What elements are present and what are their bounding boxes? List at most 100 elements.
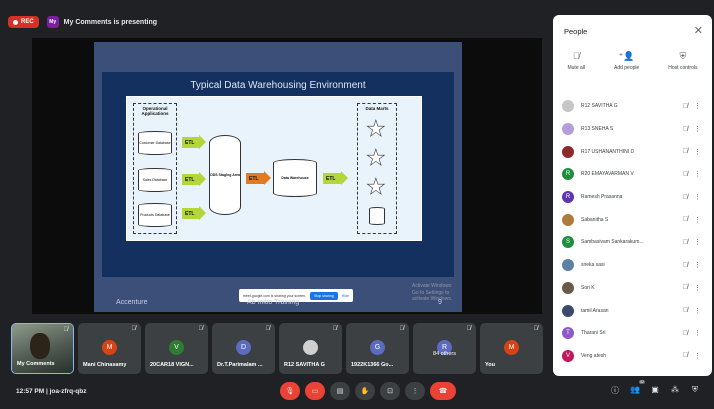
camera-toggle-button[interactable]: ▭ (305, 382, 325, 400)
participant-name: Veng atesh (581, 352, 607, 359)
slide: Typical Data Warehousing Environment Ope… (94, 42, 462, 312)
mic-off-icon: 🎙̸ (682, 170, 688, 178)
more-vert-icon[interactable]: ⋮ (694, 102, 701, 110)
etl-arrow-0: ETL (182, 135, 206, 149)
more-vert-icon[interactable]: ⋮ (694, 238, 701, 246)
add-people-button[interactable]: ⁺👤 Add people (614, 51, 639, 71)
etl-arrow-staging: ETL (246, 171, 271, 185)
avatar: V (169, 340, 184, 355)
participant-row[interactable]: R17 USHANANTHINI D 🎙̸ ⋮ (553, 140, 712, 163)
meet-window: REC My My Comments is presenting Typical… (0, 0, 714, 409)
camera-off-icon: ▭ (311, 388, 319, 395)
leave-call-button[interactable]: ☎ (430, 382, 456, 400)
host-controls-icon[interactable]: ⛨ (689, 385, 701, 396)
avatar: M (504, 340, 519, 355)
participant-tile[interactable]: M 🎙̸ Mani Chinasamy (78, 323, 141, 374)
more-vert-icon[interactable]: ⋮ (694, 125, 701, 133)
participant-tile[interactable]: R 🎙̸ 84 others (413, 323, 476, 374)
people-icon[interactable]: 👥 92 (629, 380, 645, 396)
tile-name: R12 SAVITHA G (284, 362, 325, 368)
participant-list: R12 SAVITHA G 🎙̸ ⋮ R13 SNEHA S 🎙̸ ⋮ R17 USHANA… (553, 95, 712, 367)
stop-sharing-button[interactable]: Stop sharing (310, 291, 338, 300)
participant-row[interactable]: T Tharani Sri 🎙̸ ⋮ (553, 322, 712, 345)
raise-hand-button[interactable]: ✋ (355, 382, 375, 400)
mic-off-icon: 🎙 (285, 388, 295, 395)
avatar (303, 340, 318, 355)
participant-tiles: 🎙̸ My Comments M 🎙̸ Mani Chinasamy V 🎙̸ 20CAR18… (11, 323, 545, 374)
more-vert-icon[interactable]: ⋮ (694, 193, 701, 201)
more-vert-icon[interactable]: ⋮ (694, 329, 701, 337)
participant-row[interactable]: V Veng atesh 🎙̸ ⋮ (553, 345, 712, 368)
tile-name: You (485, 362, 495, 368)
avatar (562, 123, 574, 136)
host-controls-button[interactable]: ⛨ Host controls (668, 51, 697, 71)
participant-name: R20 EMAYAVARMAN V (581, 171, 634, 178)
participant-row[interactable]: R13 SNEHA S 🎙̸ ⋮ (553, 118, 712, 141)
activities-icon[interactable]: ⁂ (669, 385, 681, 396)
more-vert-icon: ⋮ (411, 388, 419, 395)
tile-name: Dr.T.Parimalam ... (217, 362, 263, 368)
mic-off-icon: 🎙̸ (131, 326, 137, 332)
recording-badge: REC (8, 16, 39, 28)
avatar (562, 304, 574, 317)
hang-up-icon: ☎ (438, 388, 448, 395)
avatar: R (562, 191, 574, 204)
tile-name: Mani Chinasamy (83, 362, 127, 368)
etl-arrow-1: ETL (182, 172, 206, 186)
slide-content: Typical Data Warehousing Environment Ope… (102, 72, 454, 277)
participant-tile[interactable]: D 🎙̸ Dr.T.Parimalam ... (212, 323, 275, 374)
present-button[interactable]: ⊡ (380, 382, 400, 400)
meeting-code: joa-zfrq-qbz (49, 388, 87, 395)
presentation-stage: Typical Data Warehousing Environment Ope… (32, 38, 542, 314)
add-person-icon: ⁺👤 (618, 51, 635, 61)
others-count: 84 others (433, 351, 456, 357)
more-vert-icon[interactable]: ⋮ (694, 307, 701, 315)
participant-row[interactable]: R12 SAVITHA G 🎙̸ ⋮ (553, 95, 712, 118)
participant-row[interactable]: tamil Arasan 🎙̸ ⋮ (553, 299, 712, 322)
more-vert-icon[interactable]: ⋮ (694, 170, 701, 178)
slide-footer-center: Ab Initio Training (247, 299, 300, 306)
panel-title: People (564, 27, 588, 36)
mic-off-icon: 🎙̸ (682, 284, 688, 292)
chat-icon[interactable]: ▣ (649, 385, 661, 396)
more-vert-icon[interactable]: ⋮ (694, 284, 701, 292)
more-vert-icon[interactable]: ⋮ (694, 261, 701, 269)
more-vert-icon[interactable]: ⋮ (694, 148, 701, 156)
participant-row[interactable]: S Sambasivam Sankarakum... 🎙̸ ⋮ (553, 231, 712, 254)
info-icon[interactable]: ⓘ (609, 385, 621, 396)
more-vert-icon[interactable]: ⋮ (694, 352, 701, 360)
shield-lock-icon: ⛨ (679, 51, 687, 61)
participant-row[interactable]: Sabanitha S 🎙̸ ⋮ (553, 208, 712, 231)
source-database-0: Customer Database (138, 131, 172, 155)
participant-name: Sambasivam Sankarakum... (581, 239, 644, 246)
mic-off-icon: 🎙̸ (682, 238, 688, 246)
captions-button[interactable]: ▤ (330, 382, 350, 400)
data-mart-star-icon: ★ (366, 174, 386, 199)
hide-share-bar-button[interactable]: Hide (342, 294, 349, 298)
more-options-button[interactable]: ⋮ (405, 382, 425, 400)
host-controls-label: Host controls (668, 65, 698, 71)
add-people-label: Add people (613, 65, 640, 71)
mute-all-button[interactable]: 🎙̸ Mute all (567, 51, 585, 71)
close-icon[interactable]: ✕ (694, 24, 703, 37)
etl-arrow-warehouse: ETL (323, 171, 348, 185)
recording-label: REC (21, 19, 34, 25)
mic-off-icon: 🎙̸ (265, 326, 271, 332)
participant-row[interactable]: R R20 EMAYAVARMAN V 🎙̸ ⋮ (553, 163, 712, 186)
participant-row[interactable]: sneka sasi 🎙̸ ⋮ (553, 254, 712, 277)
participant-tile[interactable]: 🎙̸ My Comments (11, 323, 74, 374)
participant-tile[interactable]: M 🎙̸ You (480, 323, 543, 374)
participant-row[interactable]: Sori K 🎙̸ ⋮ (553, 277, 712, 300)
mic-off-icon: 🎙̸ (332, 326, 338, 332)
presenter-text: My Comments is presenting (63, 18, 158, 26)
mic-off-icon: 🎙̸ (198, 326, 204, 332)
avatar: R (562, 168, 574, 181)
presenter-indicator: My My Comments is presenting (46, 16, 158, 28)
participant-tile[interactable]: G 🎙̸ 1922K1366 Go... (346, 323, 409, 374)
mic-off-icon: 🎙̸ (682, 352, 688, 360)
participant-row[interactable]: R Ramesh Prasanna 🎙̸ ⋮ (553, 186, 712, 209)
participant-tile[interactable]: 🎙̸ R12 SAVITHA G (279, 323, 342, 374)
more-vert-icon[interactable]: ⋮ (694, 216, 701, 224)
mic-toggle-button[interactable]: 🎙 (280, 382, 300, 400)
participant-tile[interactable]: V 🎙̸ 20CAR18 VIGN... (145, 323, 208, 374)
